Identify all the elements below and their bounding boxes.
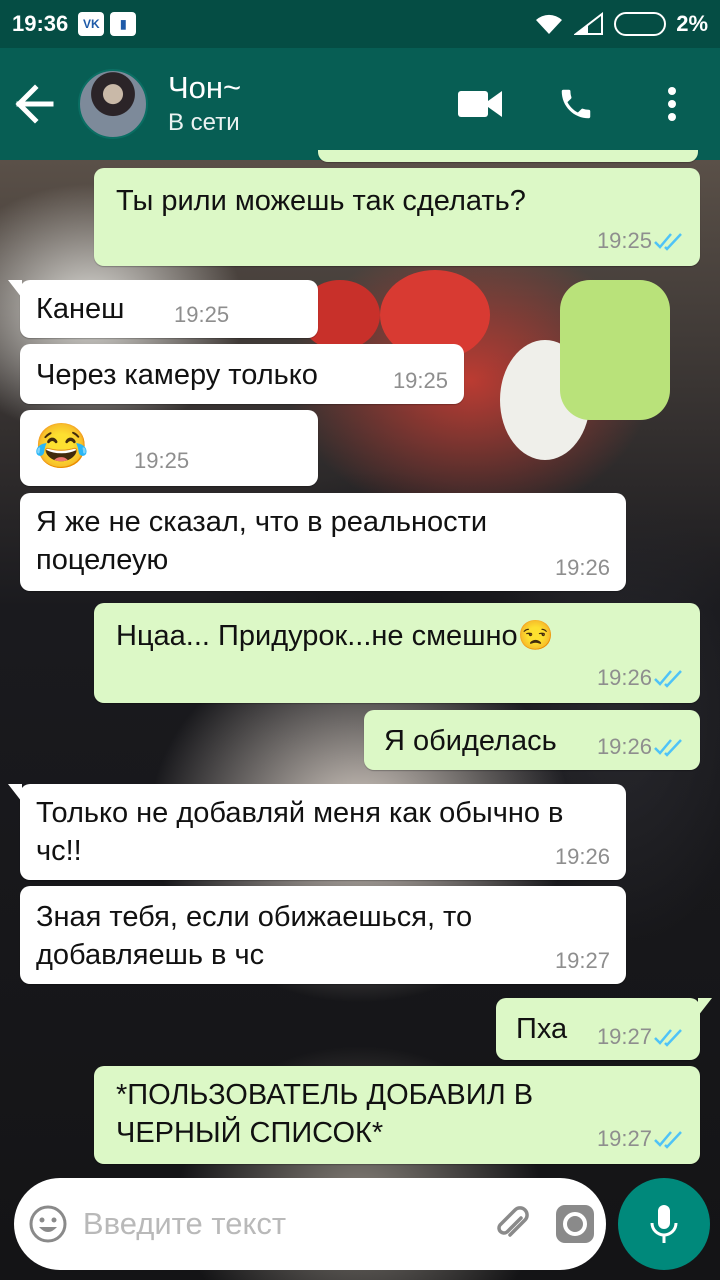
wallpaper-bracelet [560, 280, 670, 420]
voice-call-button[interactable] [528, 48, 624, 160]
bubble-tail [698, 998, 712, 1016]
battery-percent: 2% [676, 11, 708, 36]
message-text: Через камеру только [36, 359, 318, 391]
message-bubble-outgoing[interactable]: Пха 19:27 [496, 998, 712, 1060]
message-bubble-outgoing[interactable]: Я обиделась 19:26 [364, 710, 700, 770]
message-composer [14, 1178, 606, 1270]
back-arrow-icon [15, 84, 54, 124]
video-call-icon [458, 91, 502, 117]
emoji-button[interactable] [14, 1178, 83, 1270]
read-ticks-icon [654, 670, 682, 688]
message-bubble-outgoing[interactable]: *ПОЛЬЗОВАТЕЛЬ ДОБАВИЛ В ЧЕРНЫЙ СПИСОК* 1… [94, 1066, 700, 1164]
message-time: 19:27 [596, 1126, 652, 1151]
status-time: 19:36 [12, 11, 69, 36]
message-bubble-incoming[interactable]: Я же не сказал, что в реальности поцелеу… [20, 493, 626, 591]
message-bubble-incoming[interactable]: Через камеру только 19:25 [20, 344, 464, 404]
wifi-icon [536, 14, 563, 34]
video-call-button[interactable] [432, 48, 528, 160]
read-ticks-icon [654, 739, 682, 757]
message-time: 19:27 [554, 948, 610, 973]
more-options-button[interactable] [624, 48, 720, 160]
message-text: Зная тебя, если обижаешься, то добавляеш… [36, 901, 473, 971]
more-vert-icon [668, 87, 676, 121]
emoji-icon [29, 1205, 67, 1243]
message-text: Нцаа... Придурок...не смешно😒 [116, 620, 554, 652]
paperclip-icon [497, 1206, 529, 1237]
contact-info[interactable]: Чон~ В сети [168, 69, 241, 139]
message-bubble-outgoing[interactable]: Нцаа... Придурок...не смешно😒 19:26 [94, 603, 700, 703]
attach-button[interactable] [482, 1178, 544, 1270]
camera-button[interactable] [544, 1178, 606, 1270]
message-meta: 19:26 [597, 659, 686, 697]
vk-notification-icon: VK [78, 12, 105, 36]
message-bubble-incoming[interactable]: 😂 19:25 [20, 410, 318, 486]
voice-message-button[interactable] [618, 1178, 710, 1270]
signal-icon [574, 12, 604, 35]
camera-icon [555, 1205, 594, 1243]
message-time: 19:26 [596, 665, 652, 690]
message-time: 19:26 [596, 734, 652, 759]
message-meta: 19:27 [597, 1120, 686, 1158]
read-ticks-icon [654, 1131, 682, 1149]
message-input[interactable] [82, 1194, 482, 1254]
app-notification-icon: ▮ [110, 12, 137, 36]
message-bubble-partial [318, 150, 698, 162]
message-time: 19:25 [134, 448, 190, 473]
chat-header: Чон~ В сети [0, 48, 720, 160]
message-time: 19:26 [554, 844, 610, 869]
microphone-icon [650, 1205, 678, 1243]
message-text: Я же не сказал, что в реальности поцелеу… [36, 506, 488, 576]
message-time: 19:25 [392, 368, 448, 393]
message-text: Только не добавляй меня как обычно в чс!… [36, 797, 564, 867]
read-ticks-icon [654, 233, 682, 251]
phone-icon [561, 89, 591, 119]
message-time: 19:27 [596, 1024, 652, 1049]
back-button[interactable] [0, 48, 70, 160]
message-time: 19:25 [174, 302, 230, 327]
message-text: Ты рили можешь так сделать? [116, 185, 526, 217]
message-meta: 19:25 [597, 222, 686, 260]
bubble-tail [8, 280, 22, 298]
message-bubble-outgoing[interactable]: Ты рили можешь так сделать? 19:25 [94, 168, 700, 266]
message-text: *ПОЛЬЗОВАТЕЛЬ ДОБАВИЛ В ЧЕРНЫЙ СПИСОК* [116, 1079, 534, 1149]
message-meta: 19:26 [597, 728, 686, 766]
message-emoji: 😂 [34, 422, 89, 471]
header-actions [432, 48, 720, 160]
contact-avatar[interactable] [78, 69, 148, 139]
message-bubble-incoming[interactable]: Только не добавляй меня как обычно в чс!… [8, 784, 626, 880]
message-bubble-incoming[interactable]: Канеш 19:25 [8, 280, 318, 338]
bubble-tail [8, 784, 22, 802]
message-text: Я обиделась [384, 725, 557, 757]
status-bar: 19:36 VK ▮ 2% [0, 0, 720, 48]
message-bubble-incoming[interactable]: Зная тебя, если обижаешься, то добавляеш… [20, 886, 626, 984]
message-time: 19:25 [596, 228, 652, 253]
contact-name: Чон~ [168, 70, 242, 105]
read-ticks-icon [654, 1029, 682, 1047]
battery-icon [614, 12, 667, 36]
message-text: Канеш [36, 293, 125, 325]
message-text: Пха [516, 1013, 568, 1045]
message-meta: 19:27 [597, 1018, 686, 1056]
message-time: 19:26 [554, 555, 610, 580]
contact-status: В сети [168, 109, 240, 136]
